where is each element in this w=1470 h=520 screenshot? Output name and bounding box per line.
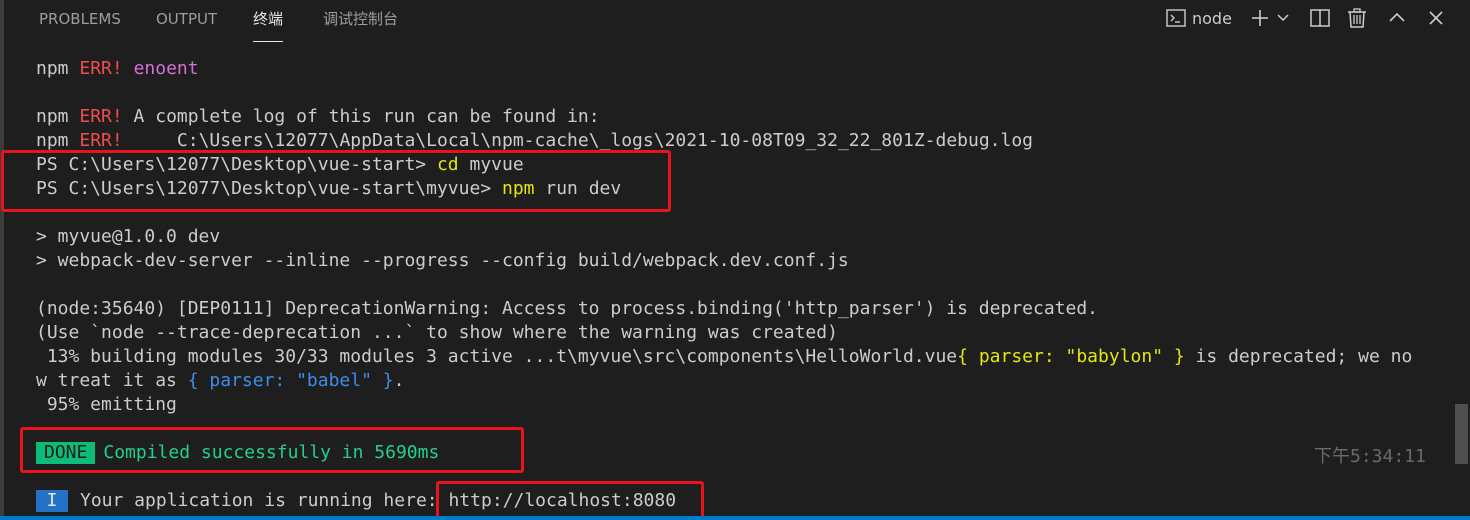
terminal-line: npm ERR! C:\Users\12077\AppData\Local\np… — [36, 130, 1034, 151]
chevron-up-icon — [1387, 8, 1407, 28]
terminal-line: 13% building modules 30/33 modules 3 act… — [36, 346, 1413, 367]
compile-timestamp: 下午5:34:11 — [1314, 446, 1426, 467]
tab-terminal[interactable]: 终端 — [253, 0, 284, 42]
localhost-url-link[interactable]: http://localhost:8080 — [448, 490, 676, 511]
terminal-line: npm ERR! A complete log of this run can … — [36, 106, 600, 127]
compile-status-text: Compiled successfully in 5690ms — [103, 442, 440, 463]
terminal-panel: PROBLEMS OUTPUT 终端 调试控制台 node npm ERR! e… — [0, 0, 1470, 520]
compile-status-line: DONE Compiled successfully in 5690ms — [36, 441, 439, 465]
terminal-line: > webpack-dev-server --inline --progress… — [36, 250, 849, 271]
maximize-panel-button[interactable] — [1387, 5, 1407, 31]
status-bar-edge — [0, 516, 1470, 520]
plus-icon — [1250, 8, 1270, 28]
scrollbar-thumb[interactable] — [1455, 404, 1468, 464]
tab-output[interactable]: OUTPUT — [156, 0, 217, 42]
close-icon — [1426, 8, 1446, 28]
close-panel-button[interactable] — [1426, 5, 1446, 31]
panel-tab-bar: PROBLEMS OUTPUT 终端 调试控制台 node — [4, 0, 1470, 42]
terminal-line: PS C:\Users\12077\Desktop\vue-start\myvu… — [36, 178, 622, 199]
app-running-line: I Your application is running here: http:… — [36, 489, 676, 513]
terminal-line: (node:35640) [DEP0111] DeprecationWarnin… — [36, 298, 1099, 319]
terminal-line: PS C:\Users\12077\Desktop\vue-start> cd … — [36, 154, 524, 175]
shell-name-label: node — [1192, 8, 1232, 28]
split-icon — [1309, 8, 1331, 28]
terminal-launch-profile-button[interactable] — [1276, 5, 1290, 31]
terminal-output[interactable]: npm ERR! enoent npm ERR! A complete log … — [0, 57, 1450, 517]
terminal-line: (Use `node --trace-deprecation ...` to s… — [36, 322, 838, 343]
app-running-text: Your application is running here: — [80, 490, 449, 511]
kill-terminal-button[interactable] — [1346, 5, 1368, 31]
terminal-icon — [1166, 9, 1186, 27]
terminal-line: > myvue@1.0.0 dev — [36, 226, 221, 247]
terminal-shell-selector[interactable]: node — [1166, 5, 1232, 31]
terminal-line: 95% emitting — [36, 394, 177, 415]
split-terminal-button[interactable] — [1309, 5, 1331, 31]
done-badge: DONE — [36, 442, 96, 464]
terminal-line: npm ERR! enoent — [36, 58, 199, 79]
new-terminal-button[interactable] — [1250, 5, 1270, 31]
tab-debug-console[interactable]: 调试控制台 — [323, 0, 398, 42]
info-badge: I — [36, 490, 68, 512]
terminal-line: w treat it as { parser: "babel" }. — [36, 370, 405, 391]
trash-icon — [1346, 7, 1368, 29]
tab-problems[interactable]: PROBLEMS — [39, 0, 121, 42]
chevron-down-icon — [1276, 11, 1290, 25]
